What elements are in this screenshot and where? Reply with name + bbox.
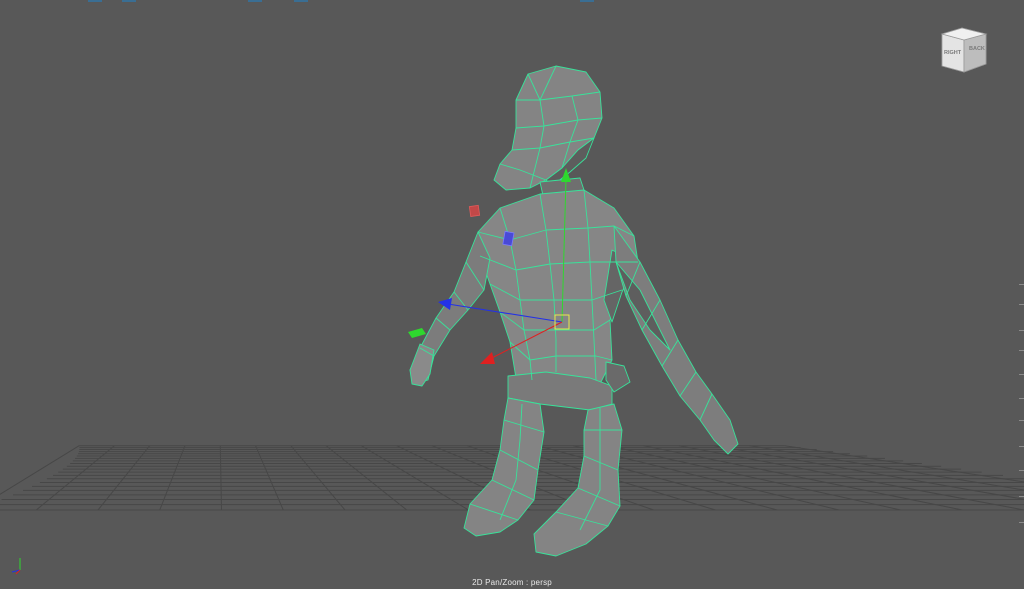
perspective-viewport[interactable]: RIGHT BACK 2D Pan/Zoom : persp	[0, 0, 1024, 589]
viewcube-icon[interactable]: RIGHT BACK	[938, 24, 990, 74]
mesh-hand-left	[409, 343, 435, 387]
mesh-leg-right	[533, 403, 623, 557]
camera-status-label: 2D Pan/Zoom : persp	[472, 578, 552, 587]
viewcube-back-label[interactable]: BACK	[969, 46, 985, 52]
origin-axis-icon	[11, 558, 21, 575]
mesh-head	[493, 65, 603, 191]
scene-canvas[interactable]	[0, 0, 1024, 589]
viewcube-right-label[interactable]: RIGHT	[944, 50, 962, 56]
right-panel-edge	[1018, 270, 1024, 570]
mesh-arm-right	[613, 225, 739, 455]
